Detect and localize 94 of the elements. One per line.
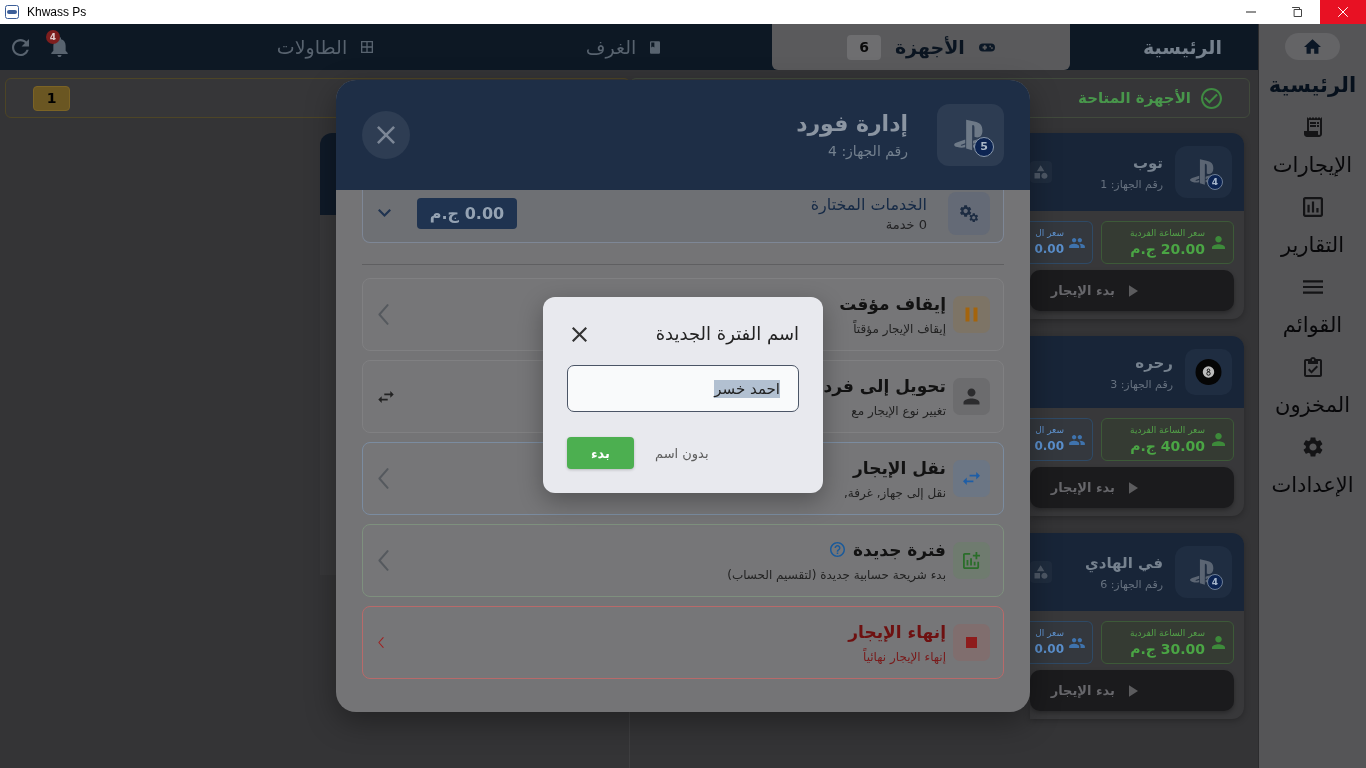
swap-icon [953, 460, 990, 497]
action-subtitle: نقل إلى جهاز, غرفة, [843, 484, 946, 503]
action-subtitle: إيقاف الإيجار مؤقتاً [852, 319, 946, 338]
notification-count: 4 [46, 30, 60, 44]
device-name: رحره [1134, 352, 1173, 374]
play-icon [1129, 284, 1138, 297]
rate-value: 30.00 ج.م [1130, 639, 1205, 659]
tab[interactable]: الطاولات [176, 24, 474, 70]
stop-icon [953, 624, 990, 661]
action-title: فترة جديدة [853, 538, 946, 563]
device-name: في الهادي [1085, 552, 1163, 574]
chevron-left-icon [378, 550, 389, 571]
start-rental-button[interactable]: بدء الإيجار [1030, 670, 1234, 711]
receipt-icon [1302, 116, 1323, 137]
sidebar-item[interactable]: الإيجارات [1272, 113, 1353, 193]
restore-icon [1292, 7, 1302, 17]
refresh-icon[interactable] [12, 38, 29, 56]
sidebar-item[interactable]: الإعدادات [1271, 433, 1354, 513]
person-icon [1212, 236, 1225, 249]
sidebar-item[interactable]: الرئيسية [1268, 33, 1357, 113]
chart-plus-icon [953, 542, 990, 579]
people-icon [1069, 434, 1085, 445]
rate-value: 0.00 [1034, 240, 1064, 258]
device-number: رقم الجهاز: 3 [1110, 376, 1173, 393]
gamepad-icon [978, 42, 995, 52]
home-icon [1285, 33, 1340, 60]
person-icon [1212, 636, 1225, 649]
swap-icon [378, 390, 394, 403]
name-input[interactable]: احمد خسر [567, 365, 799, 412]
device-number: رقم الجهاز: 1 [1100, 176, 1163, 193]
close-icon [377, 126, 395, 144]
skip-button[interactable]: بدون اسم [655, 445, 709, 461]
device-number: رقم الجهاز: 6 [1099, 576, 1163, 593]
play-icon [1129, 481, 1138, 494]
section-title: الأجهزة المتاحة [1078, 89, 1191, 107]
services-title: الخدمات المختارة [810, 193, 927, 215]
action-subtitle: إنهاء الإيجار نهائياً [862, 647, 946, 666]
window-title: Khwass Ps [27, 5, 87, 19]
close-icon [571, 326, 587, 342]
play-icon [1129, 684, 1138, 697]
services-count: 0 خدمة [884, 215, 927, 233]
page-title: الرئيسية [1142, 35, 1223, 61]
settings-icon [1302, 436, 1323, 457]
pause-icon [953, 296, 990, 333]
chevron-left-icon [378, 468, 389, 489]
rate-label: سعر الساعة الفردية [1130, 626, 1205, 640]
gears-icon [948, 191, 990, 235]
rate-label: سعر ال [1034, 423, 1064, 437]
rate-value: 20.00 ج.م [1130, 239, 1205, 259]
book-icon [650, 40, 661, 54]
action-title: إيقاف مؤقت [839, 292, 946, 316]
rate-value: 0.00 [1034, 640, 1064, 658]
action-title: نقل الإيجار [853, 456, 946, 480]
action-title: إنهاء الإيجار [848, 620, 946, 644]
people-icon [1069, 237, 1085, 248]
logo-icon [937, 104, 1004, 166]
start-rental-button[interactable]: بدء الإيجار [1030, 270, 1234, 311]
sidebar-item[interactable]: القوائم [1282, 273, 1343, 353]
rate-label: سعر الساعة الفردية [1130, 226, 1205, 240]
rate-label: سعر ال [1034, 626, 1064, 640]
action-title: تحويل إلى فرد [823, 374, 946, 399]
dialog-title: اسم الفترة الجديدة [655, 322, 799, 347]
busy-count: 1 [33, 85, 70, 111]
sidebar-item[interactable]: التقارير [1280, 193, 1345, 273]
grid-icon [361, 41, 374, 53]
start-rental-button[interactable]: بدء الإيجار [1030, 467, 1234, 508]
person-icon [953, 378, 990, 415]
rate-value: 0.00 [1034, 437, 1064, 455]
close-icon [1338, 7, 1348, 17]
action-item[interactable]: إنهاء الإيجار إنهاء الإيجار نهائياً [362, 606, 1004, 679]
device-count: 6 [847, 34, 881, 60]
app-icon [5, 5, 19, 19]
action-item[interactable]: فترة جديدة بدء شريحة حسابية جديدة (لتقسيم الحساب) [362, 524, 1004, 597]
device-number: رقم الجهاز: 4 [827, 142, 908, 161]
bar-chart-icon [1302, 196, 1323, 217]
clipboard-check-icon [1302, 356, 1323, 377]
chevron-left-icon [378, 304, 389, 325]
sidebar-item[interactable]: المخزون [1274, 353, 1351, 433]
dialog-title: إدارة فورد [796, 110, 908, 139]
person-icon [1212, 433, 1225, 446]
rate-label: سعر الساعة الفردية [1130, 423, 1205, 437]
action-subtitle: بدء شريحة حسابية جديدة (لتقسيم الحساب) [727, 566, 946, 584]
start-button[interactable]: بدء [567, 437, 634, 469]
tab[interactable]: الغرف [474, 24, 772, 70]
device-name: توب [1131, 152, 1163, 174]
logo-icon [1175, 546, 1232, 598]
rate-value: 40.00 ج.م [1130, 436, 1205, 456]
rate-label: سعر ال [1034, 226, 1064, 240]
chevron-left-icon [378, 637, 384, 648]
people-icon [1069, 637, 1085, 648]
total-amount: 0.00 ج.م [417, 197, 517, 229]
services-panel[interactable]: الخدمات المختارة 0 خدمة 0.00 ج.م [362, 190, 1004, 243]
action-subtitle: تغيير نوع الإيجار مع [850, 402, 946, 420]
logo-icon [1175, 146, 1232, 198]
